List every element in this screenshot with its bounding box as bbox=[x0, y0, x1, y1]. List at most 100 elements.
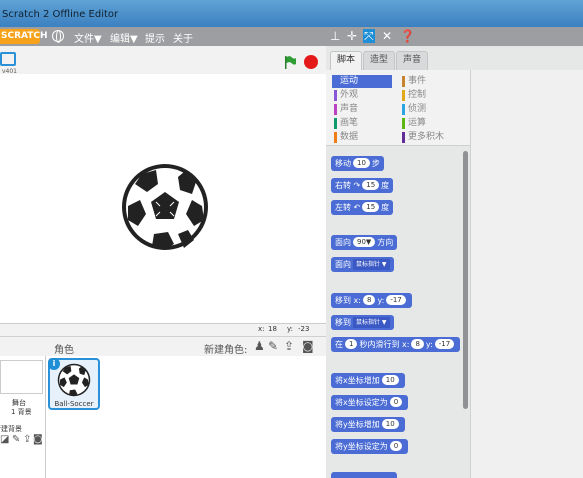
block-text: 将x坐标增加 bbox=[335, 376, 380, 385]
backdrop-camera-icon[interactable]: ◙ bbox=[33, 434, 43, 445]
menu-bar: SCRATCH 文件▼ 编辑▼ 提示 关于 ⊥ ✛ ⤧ ✕ ❓ bbox=[0, 27, 583, 46]
tab-scripts[interactable]: 脚本 bbox=[330, 51, 362, 70]
block-text: 将y坐标设定为 bbox=[335, 442, 388, 451]
block-change-x[interactable]: 将x坐标增加 10 bbox=[331, 373, 405, 388]
stop-button[interactable] bbox=[304, 55, 318, 69]
block-text: 度 bbox=[381, 203, 390, 212]
paint-backdrop-icon[interactable]: ◪ bbox=[0, 434, 9, 445]
turn-right-icon: ↷ bbox=[353, 181, 361, 190]
block-text: 左转 bbox=[335, 203, 351, 212]
sprites-label: 角色 bbox=[54, 345, 74, 356]
block-text: 面向 bbox=[335, 260, 351, 269]
y-input[interactable]: -17 bbox=[434, 339, 455, 349]
backdrop-count: 1 背景 bbox=[11, 408, 32, 416]
tab-costumes[interactable]: 造型 bbox=[363, 51, 395, 70]
stage-header: v401 bbox=[0, 46, 326, 75]
block-text: 移动 bbox=[335, 159, 351, 168]
scripts-area[interactable] bbox=[470, 70, 583, 478]
language-globe-icon[interactable] bbox=[52, 30, 64, 43]
green-flag-icon[interactable] bbox=[283, 55, 297, 69]
degrees-input[interactable]: 15 bbox=[362, 202, 380, 212]
block-text: 将y坐标增加 bbox=[335, 420, 380, 429]
block-point-towards[interactable]: 面向 鼠标指针 ▼ bbox=[331, 257, 394, 272]
stage-thumbnail[interactable] bbox=[0, 360, 43, 394]
block-text: 在 bbox=[335, 340, 343, 349]
block-text: 移到 x: bbox=[335, 296, 361, 305]
direction-input[interactable]: 90▼ bbox=[353, 237, 376, 247]
palette-scrollbar[interactable] bbox=[463, 151, 468, 409]
camera-icon[interactable]: ◙ bbox=[302, 339, 314, 353]
block-move-steps[interactable]: 移动 10 步 bbox=[331, 156, 384, 171]
duplicate-stamp-icon[interactable]: ⊥ bbox=[330, 29, 340, 43]
block-text: 方向 bbox=[377, 238, 394, 247]
category-more-blocks[interactable]: 更多积木 bbox=[400, 131, 460, 144]
upload-backdrop-icon[interactable]: ⇪ bbox=[23, 434, 31, 445]
block-set-y[interactable]: 将y坐标设定为 0 bbox=[331, 439, 409, 454]
menu-about[interactable]: 关于 bbox=[173, 30, 193, 45]
block-turn-right[interactable]: 右转 ↷ 15 度 bbox=[331, 178, 394, 193]
target-dropdown[interactable]: 鼠标指针 ▼ bbox=[353, 259, 390, 270]
palette-tabs: 脚本 造型 声音 bbox=[326, 46, 470, 70]
x-value: 18 bbox=[268, 325, 277, 333]
category-operators[interactable]: 运算 bbox=[400, 117, 460, 130]
menu-tips[interactable]: 提示 bbox=[145, 30, 165, 45]
paint-new-sprite-icon[interactable]: ✎ bbox=[268, 339, 278, 353]
block-text: 移到 bbox=[335, 318, 351, 327]
category-data[interactable]: 数据 bbox=[332, 131, 392, 144]
degrees-input[interactable]: 15 bbox=[362, 180, 380, 190]
target-dropdown[interactable]: 鼠标指针 ▼ bbox=[353, 317, 390, 328]
window-title-bar: Scratch 2 Offline Editor bbox=[0, 0, 583, 27]
sprite-card[interactable]: i Ball-Soccer bbox=[48, 358, 100, 410]
steps-input[interactable]: 10 bbox=[353, 158, 370, 168]
fullscreen-icon[interactable] bbox=[0, 52, 16, 66]
draw-backdrop-icon[interactable]: ✎ bbox=[12, 434, 20, 445]
block-partial[interactable] bbox=[331, 472, 397, 478]
seconds-input[interactable]: 1 bbox=[345, 339, 358, 349]
block-turn-left[interactable]: 左转 ↶ 15 度 bbox=[331, 200, 394, 215]
block-go-to-xy[interactable]: 移到 x: 8 y: -17 bbox=[331, 293, 412, 308]
value-input[interactable]: 10 bbox=[381, 375, 399, 385]
menu-edit[interactable]: 编辑▼ bbox=[110, 30, 138, 45]
category-looks[interactable]: 外观 bbox=[332, 89, 392, 102]
block-point-in-direction[interactable]: 面向 90▼ 方向 bbox=[331, 235, 398, 250]
block-go-to[interactable]: 移到 鼠标指针 ▼ bbox=[331, 315, 394, 330]
stage-canvas[interactable] bbox=[0, 74, 326, 324]
y-input[interactable]: -17 bbox=[386, 295, 406, 305]
block-text: 将x坐标设定为 bbox=[335, 398, 388, 407]
turn-left-icon: ↶ bbox=[353, 203, 361, 212]
x-input[interactable]: 8 bbox=[411, 339, 424, 349]
value-input[interactable]: 0 bbox=[389, 441, 403, 451]
category-sensing[interactable]: 侦测 bbox=[400, 103, 460, 116]
sprite-thumbnail bbox=[57, 363, 91, 397]
block-text: y: bbox=[425, 340, 433, 349]
block-text: 步 bbox=[371, 159, 380, 168]
value-input[interactable]: 0 bbox=[389, 397, 403, 407]
blocks-palette: 移动 10 步 右转 ↷ 15 度 左转 ↶ 15 度 面向 90▼ 方向 面向 鼠标指针 ▼ 移… bbox=[326, 147, 470, 478]
menu-file[interactable]: 文件▼ bbox=[74, 30, 102, 45]
block-glide[interactable]: 在 1 秒内滑行到 x: 8 y: -17 bbox=[331, 337, 461, 352]
stage-pane[interactable]: 舞台 1 背景 新建背景 ◪ ✎ ⇪ ◙ bbox=[0, 356, 46, 478]
category-pen[interactable]: 画笔 bbox=[332, 117, 392, 130]
category-control[interactable]: 控制 bbox=[400, 89, 460, 102]
help-icon[interactable]: ❓ bbox=[400, 29, 415, 43]
tab-sounds[interactable]: 声音 bbox=[396, 51, 428, 70]
shrink-icon[interactable]: ✕ bbox=[382, 29, 392, 43]
category-sound[interactable]: 声音 bbox=[332, 103, 392, 116]
block-set-x[interactable]: 将x坐标设定为 0 bbox=[331, 395, 409, 410]
soccer-ball-sprite[interactable] bbox=[120, 162, 210, 252]
new-sprite-label: 新建角色: bbox=[204, 345, 248, 356]
window-title: Scratch 2 Offline Editor bbox=[2, 9, 119, 20]
category-events[interactable]: 事件 bbox=[400, 75, 460, 88]
grow-icon[interactable]: ⤧ bbox=[363, 29, 375, 43]
sprite-list: i Ball-Soccer bbox=[46, 356, 326, 478]
choose-sprite-from-library-icon[interactable]: ♟ bbox=[254, 339, 265, 353]
category-motion[interactable]: 运动 bbox=[332, 75, 392, 88]
delete-cut-icon[interactable]: ✛ bbox=[347, 29, 357, 43]
x-input[interactable]: 8 bbox=[362, 295, 376, 305]
scratch-logo[interactable]: SCRATCH bbox=[0, 29, 48, 44]
value-input[interactable]: 10 bbox=[381, 419, 399, 429]
x-label: x: bbox=[258, 325, 265, 333]
block-change-y[interactable]: 将y坐标增加 10 bbox=[331, 417, 405, 432]
sprite-panel-header: 角色 新建角色: ♟ ✎ ⇪ ◙ bbox=[0, 336, 326, 356]
upload-sprite-icon[interactable]: ⇪ bbox=[284, 339, 294, 353]
